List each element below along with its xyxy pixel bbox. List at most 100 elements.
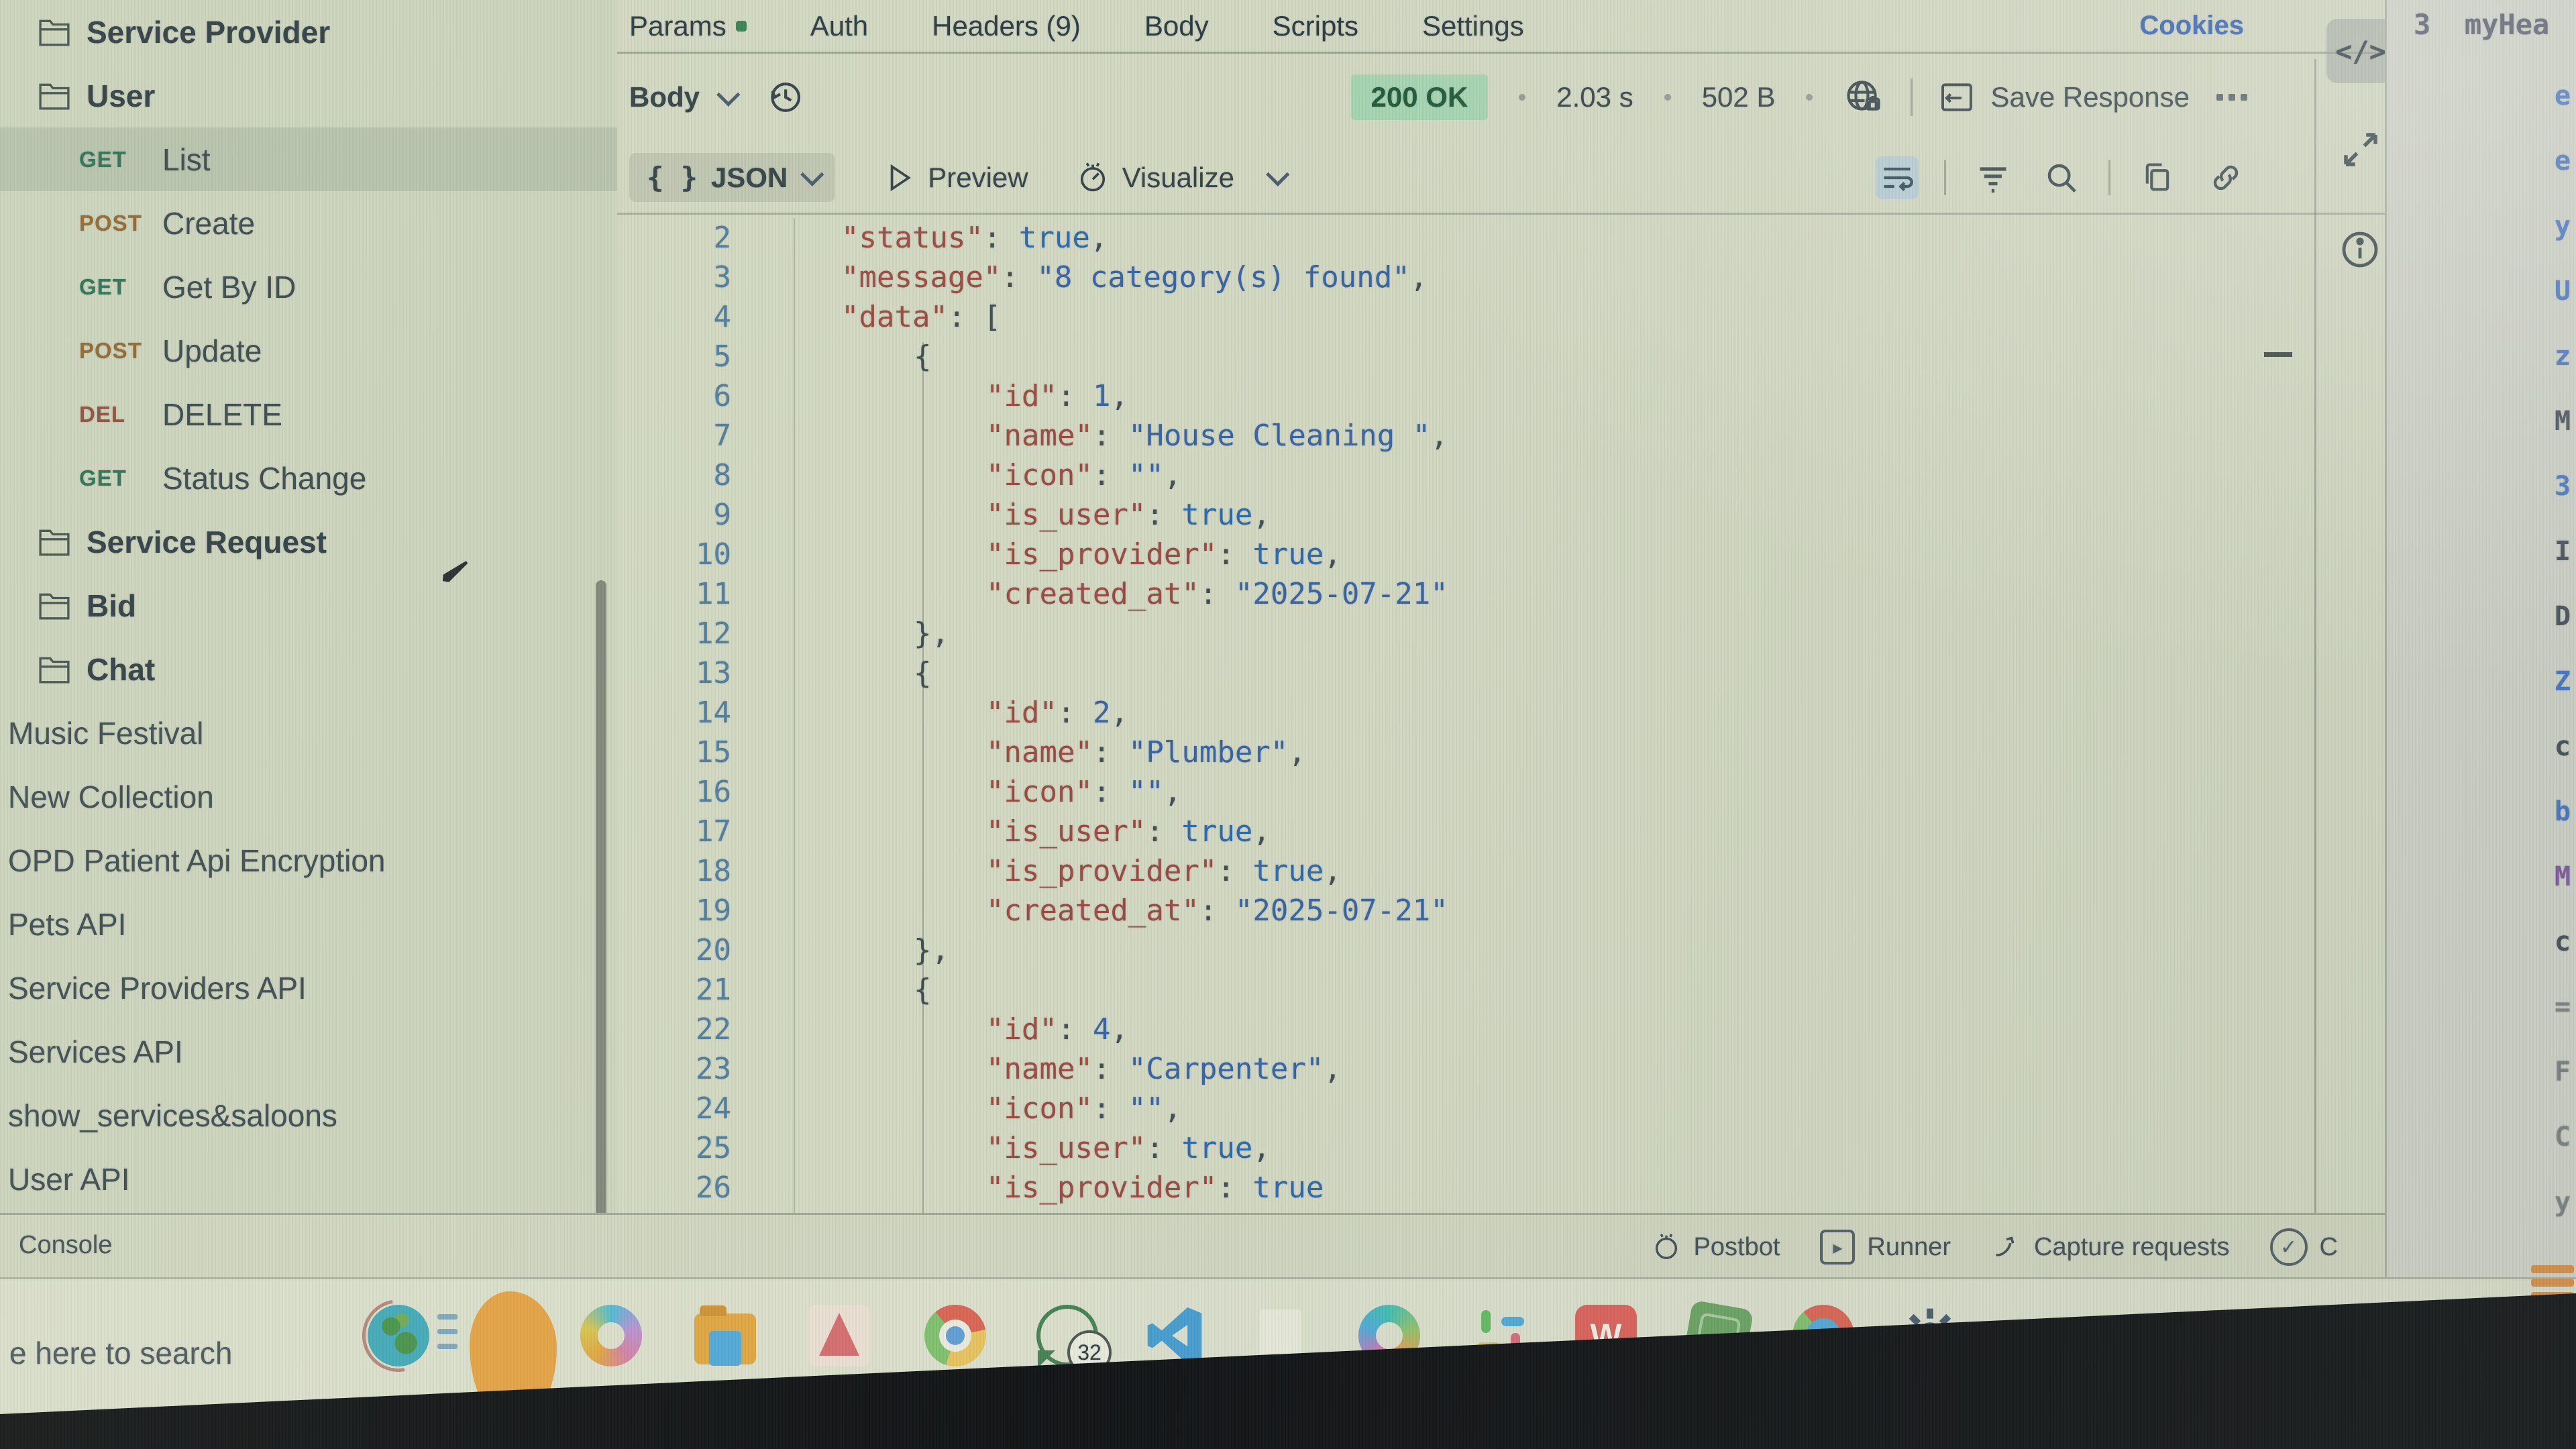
search-icon[interactable] <box>2040 156 2083 199</box>
sidebar-item-music-festival[interactable]: Music Festival <box>0 701 617 765</box>
postbot-button[interactable]: Postbot <box>1651 1232 1780 1263</box>
format-dropdown[interactable]: { } JSON <box>629 153 835 202</box>
earth-globe-icon[interactable] <box>368 1305 429 1366</box>
status-badge[interactable]: 200 OK <box>1351 74 1489 120</box>
code-line[interactable]: 17"is_user": true, <box>617 812 2314 851</box>
status-check-button[interactable]: ✓ C <box>2270 1228 2338 1266</box>
info-icon[interactable] <box>2339 228 2381 271</box>
color-ring-icon[interactable] <box>1358 1305 1420 1366</box>
sidebar-item-chat[interactable]: Chat <box>0 637 617 701</box>
code-line[interactable]: 26"is_provider": true <box>617 1168 2314 1208</box>
code-line[interactable]: 13{ <box>617 653 2314 693</box>
preview-button[interactable]: Preview <box>882 161 1028 195</box>
w-app-icon[interactable]: W <box>1575 1305 1637 1366</box>
code-line[interactable]: 10"is_provider": true, <box>617 535 2314 574</box>
sidebar-item-user-api[interactable]: User API <box>0 1147 617 1211</box>
tab-body[interactable]: Body <box>1144 10 1209 42</box>
tab-scripts[interactable]: Scripts <box>1273 10 1358 42</box>
code-line[interactable]: 23"name": "Carpenter", <box>617 1049 2314 1089</box>
sidebar-item-services-api[interactable]: Services API <box>0 1020 617 1083</box>
sidebar-item-bid[interactable]: Bid <box>0 574 617 637</box>
code-line[interactable]: 24"icon": "", <box>617 1089 2314 1128</box>
sidebar-item-pets-api[interactable]: Pets API <box>0 892 617 956</box>
taskbar-search[interactable]: e here to search <box>9 1335 232 1371</box>
capture-requests-button[interactable]: Capture requests <box>1991 1232 2230 1263</box>
more-options-icon[interactable] <box>2216 94 2247 101</box>
sidebar-item-get-by-id[interactable]: GETGet By ID <box>0 255 617 319</box>
response-time[interactable]: 2.03 s <box>1556 81 1633 113</box>
whatsapp-icon[interactable]: 32 <box>1036 1305 1098 1366</box>
runner-icon: ▸ <box>1820 1230 1855 1265</box>
code-line[interactable]: 7"name": "House Cleaning ", <box>617 416 2314 455</box>
green-cube-icon[interactable] <box>1682 1300 1754 1372</box>
slack-icon[interactable] <box>1470 1305 1532 1366</box>
code-line[interactable]: 9"is_user": true, <box>617 495 2314 535</box>
line-number: 18 <box>617 854 731 888</box>
expand-icon[interactable] <box>2339 127 2383 172</box>
triangle-app-icon[interactable] <box>808 1305 870 1366</box>
tab-headers-9[interactable]: Headers (9) <box>932 10 1081 42</box>
sidebar-item-delete[interactable]: DELDELETE <box>0 382 617 446</box>
network-globe-icon[interactable] <box>1843 77 1884 117</box>
tab-params[interactable]: Params <box>629 10 747 42</box>
code-line[interactable]: 12}, <box>617 614 2314 653</box>
code-line[interactable]: 2"status": true, <box>617 218 2314 258</box>
code-line[interactable]: 11"created_at": "2025-07-21" <box>617 574 2314 614</box>
sidebar-item-new-collection[interactable]: New Collection <box>0 765 617 828</box>
copy-icon[interactable] <box>2136 156 2179 199</box>
line-number: 8 <box>617 458 731 492</box>
cookies-link[interactable]: Cookies <box>2139 11 2244 41</box>
code-line[interactable]: 20}, <box>617 930 2314 970</box>
code-line[interactable]: 15"name": "Plumber", <box>617 733 2314 772</box>
code-text: "created_at": "2025-07-21" <box>731 577 1448 611</box>
code-line[interactable]: 4"data": [ <box>617 297 2314 337</box>
sidebar-item-create[interactable]: POSTCreate <box>0 191 617 255</box>
visualize-button[interactable]: Visualize <box>1075 160 1283 195</box>
sidebar-scrollbar[interactable] <box>596 580 606 1213</box>
wrap-lines-icon[interactable] <box>1876 156 1919 199</box>
sidebar-item-update[interactable]: POSTUpdate <box>0 319 617 382</box>
code-line[interactable]: 18"is_provider": true, <box>617 851 2314 891</box>
response-size[interactable]: 502 B <box>1702 81 1776 113</box>
code-line[interactable]: 21{ <box>617 970 2314 1010</box>
code-line[interactable]: 6"id": 1, <box>617 376 2314 416</box>
filter-icon[interactable] <box>1972 156 2015 199</box>
runner-button[interactable]: ▸ Runner <box>1820 1230 1951 1265</box>
code-line[interactable]: 14"id": 2, <box>617 693 2314 733</box>
console-button[interactable]: Console <box>19 1231 112 1264</box>
code-line[interactable]: 5{ <box>617 337 2314 376</box>
chevron-down-icon[interactable] <box>1266 163 1289 186</box>
sidebar-item-label: DELETE <box>162 396 282 433</box>
settings-gear-icon[interactable] <box>1900 1305 1962 1366</box>
sidebar-item-service-provider[interactable]: Service Provider <box>0 0 617 64</box>
sidebar-item-show-services-saloons[interactable]: show_services&saloons <box>0 1083 617 1147</box>
tab-settings[interactable]: Settings <box>1422 10 1524 42</box>
sidebar-item-status-change[interactable]: GETStatus Change <box>0 446 617 510</box>
response-json-viewer[interactable]: 2"status": true,3"message": "8 category(… <box>617 218 2314 1213</box>
sidebar-item-service-providers-api[interactable]: Service Providers API <box>0 956 617 1020</box>
sidebar-item-user[interactable]: User <box>0 64 617 127</box>
code-line[interactable]: 8"icon": "", <box>617 455 2314 495</box>
folder-icon[interactable] <box>694 1313 756 1364</box>
code-line[interactable]: 16"icon": "", <box>617 772 2314 812</box>
scrollbar-marker[interactable] <box>2264 352 2292 357</box>
chrome-profile-icon[interactable]: A <box>1792 1305 1854 1366</box>
response-body-dropdown[interactable]: Body <box>629 81 734 113</box>
sidebar-item-service-request[interactable]: Service Request <box>0 510 617 574</box>
link-icon[interactable] <box>2204 156 2247 199</box>
color-wheel-icon[interactable] <box>580 1305 642 1366</box>
chrome-icon[interactable] <box>924 1305 986 1366</box>
code-line[interactable]: 25"is_user": true, <box>617 1128 2314 1168</box>
sidebar-item-list[interactable]: GETList <box>0 127 617 191</box>
save-response-button[interactable]: Save Response <box>1938 78 2190 116</box>
list-dashes-icon[interactable] <box>437 1305 464 1366</box>
code-line[interactable]: 19"created_at": "2025-07-21" <box>617 891 2314 930</box>
tab-auth[interactable]: Auth <box>810 10 868 42</box>
code-line[interactable]: 3"message": "8 category(s) found", <box>617 258 2314 297</box>
code-line[interactable]: 22"id": 4, <box>617 1010 2314 1049</box>
sidebar-item-opd-patient-api-encryption[interactable]: OPD Patient Api Encryption <box>0 828 617 892</box>
tray-stack-icon[interactable] <box>2531 1260 2576 1322</box>
vscode-icon[interactable] <box>1144 1305 1205 1366</box>
history-icon[interactable] <box>766 78 804 116</box>
white-window-icon[interactable] <box>1260 1309 1301 1367</box>
